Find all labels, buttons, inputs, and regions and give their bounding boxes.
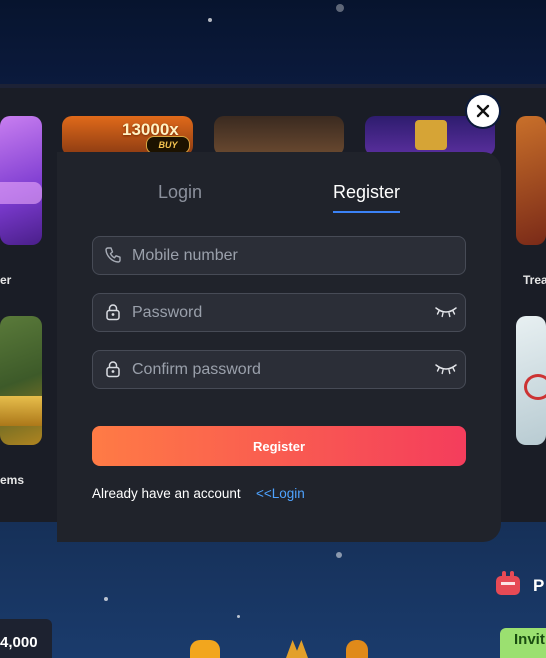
game-tile[interactable] <box>214 116 344 156</box>
game-tile[interactable] <box>0 116 42 245</box>
game-caption: Trea <box>523 273 546 287</box>
game-art <box>0 182 42 204</box>
close-button[interactable] <box>467 95 499 127</box>
close-icon <box>476 104 490 118</box>
register-modal <box>57 152 501 542</box>
game-tile[interactable] <box>0 316 42 445</box>
balance-badge: 4,000 <box>0 619 52 658</box>
mobile-input[interactable] <box>132 237 422 274</box>
lock-icon <box>106 304 120 321</box>
register-button[interactable]: Register <box>92 426 466 466</box>
invite-label: Invit <box>514 631 545 648</box>
login-link[interactable]: <<Login <box>256 486 305 501</box>
game-art <box>415 120 447 150</box>
lock-icon <box>106 361 120 378</box>
confirm-password-input[interactable] <box>132 351 422 388</box>
password-input[interactable] <box>132 294 422 331</box>
confirm-password-field[interactable] <box>92 350 466 389</box>
invite-banner[interactable]: Invit <box>500 628 546 658</box>
star-decoration <box>208 18 212 22</box>
star-decoration <box>336 4 344 12</box>
star-decoration <box>237 615 240 618</box>
game-caption: er <box>0 273 12 287</box>
password-field[interactable] <box>92 293 466 332</box>
active-tab-indicator <box>333 211 400 213</box>
mobile-field[interactable] <box>92 236 466 275</box>
eye-closed-icon[interactable] <box>435 305 457 319</box>
already-account-text: Already have an account <box>92 486 241 501</box>
game-art <box>0 396 42 426</box>
promo-icon[interactable] <box>493 568 523 598</box>
tab-register[interactable]: Register <box>333 182 400 203</box>
game-caption: ems <box>0 473 25 487</box>
decor-coin <box>190 640 220 658</box>
eye-closed-icon[interactable] <box>435 362 457 376</box>
bottom-background <box>0 522 546 658</box>
top-background <box>0 0 546 86</box>
decor-coin <box>346 640 368 658</box>
game-art <box>524 374 546 400</box>
game-tile[interactable] <box>516 316 546 445</box>
promo-label: P <box>533 576 545 595</box>
game-tile[interactable] <box>516 116 546 245</box>
star-decoration <box>104 597 108 601</box>
phone-icon <box>105 247 121 263</box>
balance-amount: 4,000 <box>0 634 38 651</box>
star-decoration <box>336 552 342 558</box>
tab-login[interactable]: Login <box>158 182 202 203</box>
